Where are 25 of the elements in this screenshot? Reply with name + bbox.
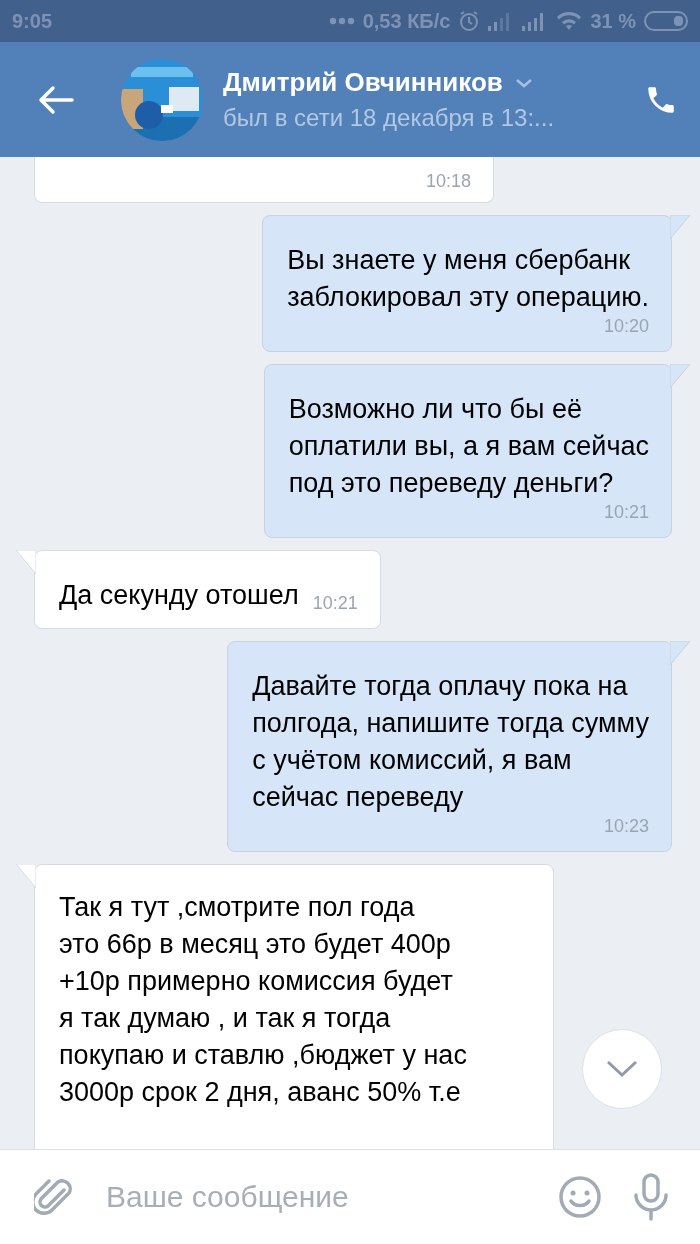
message-text: Вы знаете у меня сбербанк заблокировал эту операцию. xyxy=(287,244,649,314)
emoji-icon[interactable] xyxy=(558,1175,602,1219)
message-input-field[interactable]: Ваше сообщение xyxy=(104,1179,528,1215)
status-time: 9:05 xyxy=(12,9,53,33)
more-icon xyxy=(328,17,355,25)
message-text: Да секунду отошел xyxy=(59,579,299,612)
back-arrow-icon[interactable] xyxy=(38,84,74,115)
message-time: 10:23 xyxy=(603,816,649,837)
microphone-icon[interactable] xyxy=(632,1173,670,1221)
message-time: 10:21 xyxy=(312,593,358,614)
message-time: 10:21 xyxy=(603,502,649,523)
message-text: Давайте тогда оплачу пока на полгода, напишите тогда сумму с учётом комиссий, я вам сейчас переведу xyxy=(252,670,649,814)
message-text: Так я тут ,смотрите пол года это 66р в месяц это будет 400р +10р примерно комиссия будет я так думаю , и так я тогда покупаю и ставлю ,бюджет у нас 3000р срок 2 дня, аванс 50% т.е xyxy=(59,891,468,1109)
message-time: 10:18 xyxy=(425,171,471,192)
chevron-down-icon xyxy=(606,1060,638,1078)
wifi-icon xyxy=(556,11,583,31)
alarm-icon xyxy=(458,10,481,32)
chevron-down-icon[interactable] xyxy=(514,76,533,89)
message-text: Возможно ли что бы её оплатили вы, а я вам сейчас под это переведу деньги? xyxy=(288,393,649,500)
network-speed: 0,53 КБ/с xyxy=(362,9,451,33)
last-seen-status: был в сети 18 декабря в 13:... xyxy=(223,104,556,132)
battery-icon xyxy=(644,11,688,31)
contact-name[interactable]: Дмитрий Овчинников xyxy=(223,67,503,98)
message-time: 10:20 xyxy=(603,316,649,337)
battery-percent: 31 % xyxy=(590,9,636,33)
